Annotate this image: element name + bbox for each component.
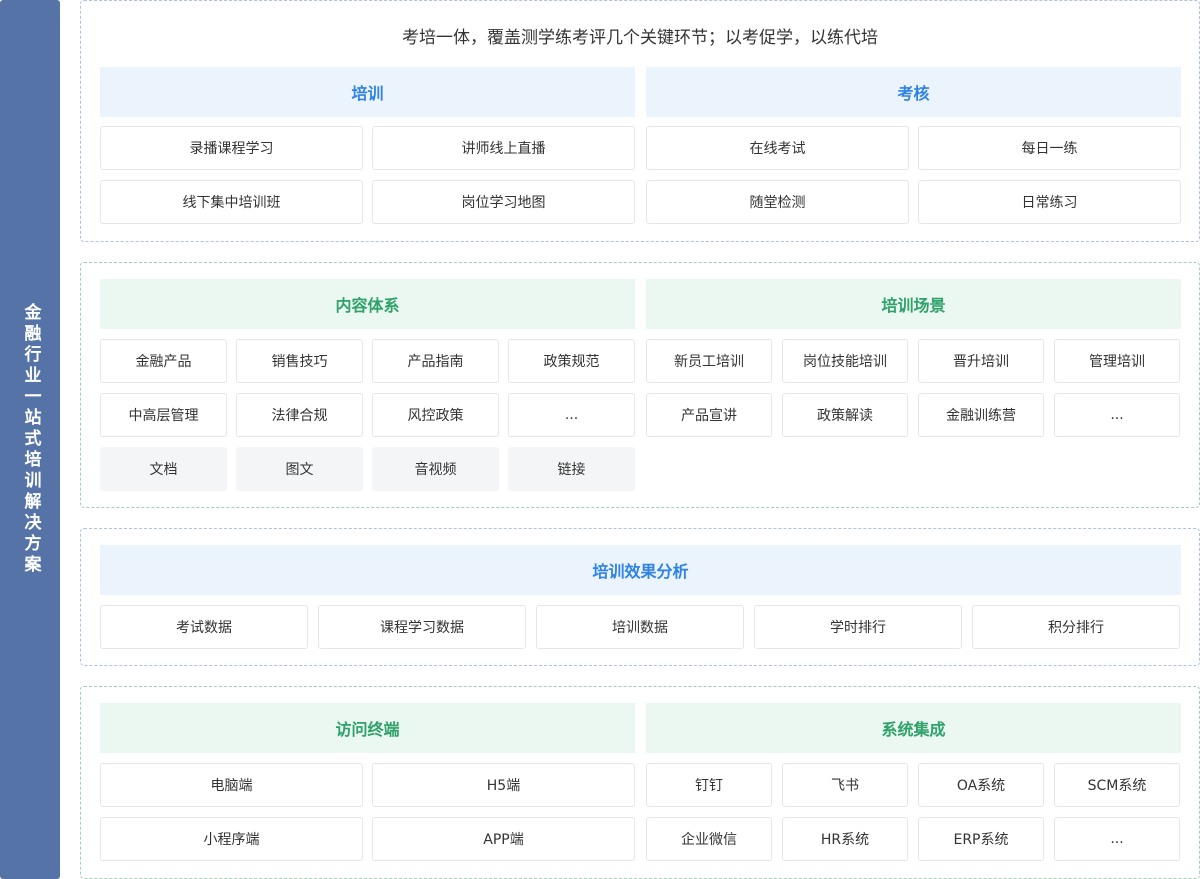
content-system-header: 内容体系 [100, 279, 635, 329]
integration-item[interactable]: 飞书 [782, 763, 908, 807]
content-item-more[interactable]: ... [508, 393, 635, 437]
integration-item[interactable]: 钉钉 [646, 763, 772, 807]
training-item[interactable]: 录播课程学习 [100, 126, 363, 170]
integration-item[interactable]: ERP系统 [918, 817, 1044, 861]
scene-item[interactable]: 岗位技能培训 [782, 339, 908, 383]
scene-item-more[interactable]: ... [1054, 393, 1180, 437]
analysis-item[interactable]: 课程学习数据 [318, 605, 526, 649]
terminals-header: 访问终端 [100, 703, 635, 753]
scene-item[interactable]: 晋升培训 [918, 339, 1044, 383]
integration-item[interactable]: OA系统 [918, 763, 1044, 807]
integration-item-more[interactable]: ... [1054, 817, 1180, 861]
assessment-item[interactable]: 随堂检测 [646, 180, 909, 224]
assessment-header: 考核 [646, 67, 1181, 117]
content-item[interactable]: 销售技巧 [236, 339, 363, 383]
terminal-item[interactable]: H5端 [372, 763, 635, 807]
integration-item[interactable]: SCM系统 [1054, 763, 1180, 807]
sidebar-title: 金融行业一站式培训解决方案 [20, 303, 41, 576]
assessment-item[interactable]: 在线考试 [646, 126, 909, 170]
content-item[interactable]: 产品指南 [372, 339, 499, 383]
training-item[interactable]: 岗位学习地图 [372, 180, 635, 224]
scene-item[interactable]: 管理培训 [1054, 339, 1180, 383]
terminal-item[interactable]: 电脑端 [100, 763, 363, 807]
analysis-item[interactable]: 考试数据 [100, 605, 308, 649]
section-terminals-integration: 访问终端 系统集成 电脑端 H5端 小程序端 APP端 钉钉 飞书 OA系统 S… [80, 686, 1200, 879]
scene-item[interactable]: 新员工培训 [646, 339, 772, 383]
training-scenes-header: 培训场景 [646, 279, 1181, 329]
section-content-scenes: 内容体系 培训场景 金融产品 销售技巧 产品指南 政策规范 中高层管理 法律合规… [80, 262, 1200, 508]
integration-item[interactable]: HR系统 [782, 817, 908, 861]
format-item[interactable]: 图文 [236, 447, 363, 491]
content-item[interactable]: 法律合规 [236, 393, 363, 437]
section-training-assessment: 考培一体，覆盖测学练考评几个关键环节；以考促学，以练代培 培训 考核 录播课程学… [80, 0, 1200, 242]
analysis-item[interactable]: 培训数据 [536, 605, 744, 649]
content-item[interactable]: 金融产品 [100, 339, 227, 383]
scene-item[interactable]: 金融训练营 [918, 393, 1044, 437]
content-item[interactable]: 政策规范 [508, 339, 635, 383]
assessment-item[interactable]: 日常练习 [918, 180, 1181, 224]
format-item[interactable]: 链接 [508, 447, 635, 491]
training-item[interactable]: 讲师线上直播 [372, 126, 635, 170]
terminal-item[interactable]: 小程序端 [100, 817, 363, 861]
format-item[interactable]: 音视频 [372, 447, 499, 491]
format-item[interactable]: 文档 [100, 447, 227, 491]
analysis-item[interactable]: 学时排行 [754, 605, 962, 649]
scene-item[interactable]: 产品宣讲 [646, 393, 772, 437]
training-header: 培训 [100, 67, 635, 117]
terminal-item[interactable]: APP端 [372, 817, 635, 861]
integration-item[interactable]: 企业微信 [646, 817, 772, 861]
sidebar-banner: 金融行业一站式培训解决方案 [0, 0, 60, 879]
training-item[interactable]: 线下集中培训班 [100, 180, 363, 224]
content-item[interactable]: 风控政策 [372, 393, 499, 437]
scene-item[interactable]: 政策解读 [782, 393, 908, 437]
content-item[interactable]: 中高层管理 [100, 393, 227, 437]
assessment-item[interactable]: 每日一练 [918, 126, 1181, 170]
section-effect-analysis: 培训效果分析 考试数据 课程学习数据 培训数据 学时排行 积分排行 [80, 528, 1200, 666]
slogan-text: 考培一体，覆盖测学练考评几个关键环节；以考促学，以练代培 [402, 28, 878, 48]
effect-analysis-header: 培训效果分析 [100, 545, 1181, 595]
integration-header: 系统集成 [646, 703, 1181, 753]
analysis-item[interactable]: 积分排行 [972, 605, 1180, 649]
